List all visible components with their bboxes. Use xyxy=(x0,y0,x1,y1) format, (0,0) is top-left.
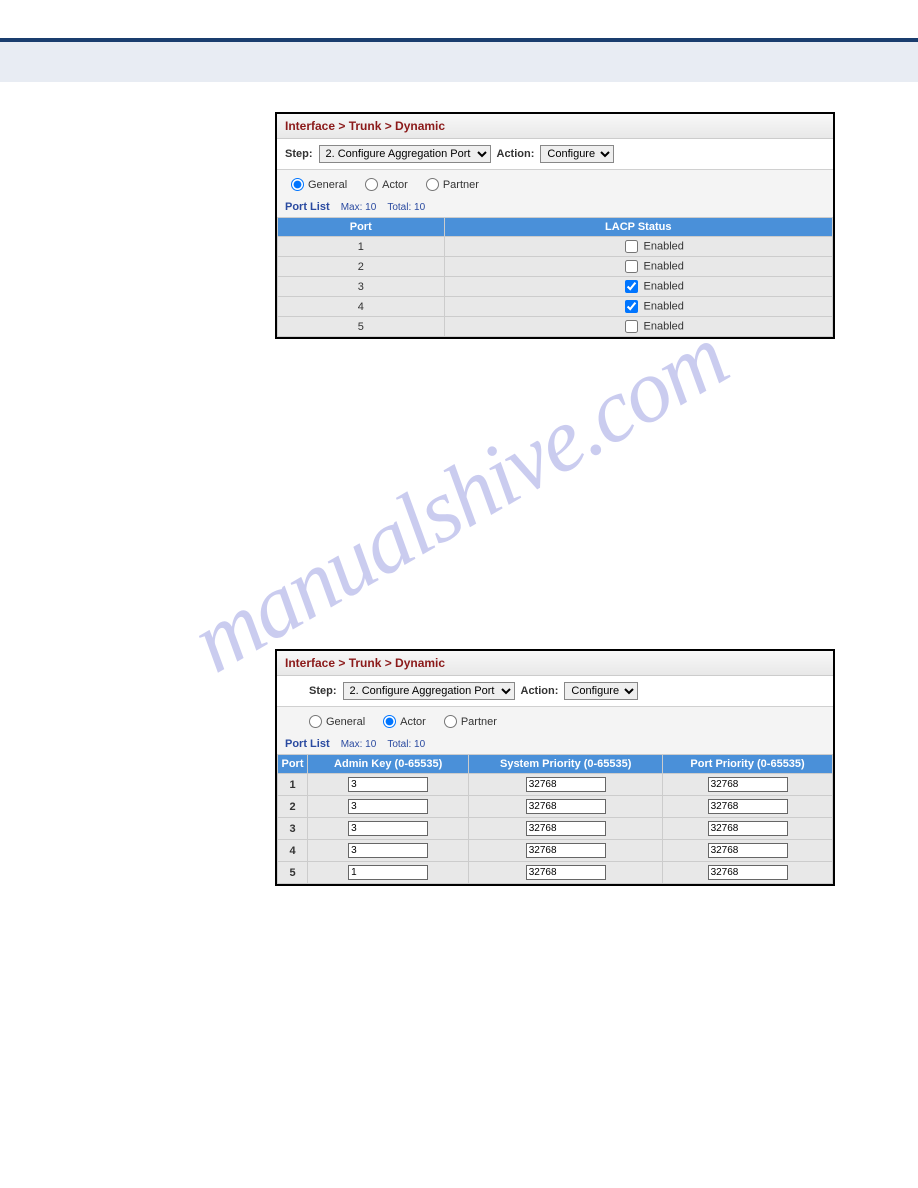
table-row: 5 Enabled xyxy=(278,317,833,337)
actor-table: Port Admin Key (0-65535) System Priority… xyxy=(277,754,833,884)
port-priority-input[interactable] xyxy=(708,821,788,836)
port-list-meta: Port List Max: 10 Total: 10 xyxy=(277,736,833,754)
table-row: 3 Enabled xyxy=(278,277,833,297)
table-row: 1 xyxy=(278,774,833,796)
port-list-title: Port List xyxy=(285,738,330,750)
step-select[interactable]: 2. Configure Aggregation Port xyxy=(343,682,515,700)
port-list-total: Total: 10 xyxy=(387,202,425,213)
cell-port: 1 xyxy=(278,774,308,796)
port-list-max: Max: 10 xyxy=(341,202,377,213)
lacp-checkbox[interactable] xyxy=(625,240,638,253)
radio-general[interactable] xyxy=(291,178,304,191)
th-port: Port xyxy=(278,755,308,774)
step-label: Step: xyxy=(285,148,313,160)
port-list-max: Max: 10 xyxy=(341,739,377,750)
lacp-table: Port LACP Status 1 Enabled 2 Enabled 3 Enab… xyxy=(277,217,833,337)
port-priority-input[interactable] xyxy=(708,865,788,880)
lacp-checkbox[interactable] xyxy=(625,260,638,273)
header-banner xyxy=(0,42,918,82)
step-label: Step: xyxy=(309,685,337,697)
table-row: 4 Enabled xyxy=(278,297,833,317)
action-label: Action: xyxy=(521,685,559,697)
lacp-label: Enabled xyxy=(644,320,684,332)
lacp-checkbox[interactable] xyxy=(625,300,638,313)
th-admin: Admin Key (0-65535) xyxy=(308,755,469,774)
admin-key-input[interactable] xyxy=(348,777,428,792)
sys-priority-input[interactable] xyxy=(526,821,606,836)
admin-key-input[interactable] xyxy=(348,799,428,814)
panel-lacp-general: Interface > Trunk > Dynamic Step: 2. Con… xyxy=(275,112,835,339)
table-row: 2 Enabled xyxy=(278,257,833,277)
port-list-total: Total: 10 xyxy=(387,739,425,750)
cell-port: 3 xyxy=(278,277,445,297)
admin-key-input[interactable] xyxy=(348,865,428,880)
tab-radio-row: General Actor Partner xyxy=(277,170,833,199)
table-row: 2 xyxy=(278,796,833,818)
th-lacp: LACP Status xyxy=(444,218,833,237)
port-priority-input[interactable] xyxy=(708,777,788,792)
lacp-checkbox[interactable] xyxy=(625,320,638,333)
th-pri: Port Priority (0-65535) xyxy=(663,755,833,774)
table-row: 1 Enabled xyxy=(278,237,833,257)
cell-port: 5 xyxy=(278,317,445,337)
sys-priority-input[interactable] xyxy=(526,843,606,858)
th-sys: System Priority (0-65535) xyxy=(469,755,663,774)
port-list-title: Port List xyxy=(285,201,330,213)
radio-general-label: General xyxy=(308,179,347,191)
lacp-label: Enabled xyxy=(644,280,684,292)
cell-port: 5 xyxy=(278,862,308,884)
cell-port: 1 xyxy=(278,237,445,257)
cell-port: 2 xyxy=(278,796,308,818)
radio-partner-label: Partner xyxy=(443,179,479,191)
radio-partner[interactable] xyxy=(426,178,439,191)
port-priority-input[interactable] xyxy=(708,843,788,858)
step-select[interactable]: 2. Configure Aggregation Port xyxy=(319,145,491,163)
panel-lacp-actor: Interface > Trunk > Dynamic Step: 2. Con… xyxy=(275,649,835,886)
watermark: manualshive.com xyxy=(175,306,744,694)
cell-port: 2 xyxy=(278,257,445,277)
table-row: 4 xyxy=(278,840,833,862)
radio-actor-label: Actor xyxy=(400,716,426,728)
sys-priority-input[interactable] xyxy=(526,799,606,814)
table-row: 3 xyxy=(278,818,833,840)
tab-radio-row: General Actor Partner xyxy=(277,707,833,736)
admin-key-input[interactable] xyxy=(348,821,428,836)
port-priority-input[interactable] xyxy=(708,799,788,814)
th-port: Port xyxy=(278,218,445,237)
radio-general-label: General xyxy=(326,716,365,728)
action-label: Action: xyxy=(497,148,535,160)
radio-partner[interactable] xyxy=(444,715,457,728)
port-list-meta: Port List Max: 10 Total: 10 xyxy=(277,199,833,217)
radio-actor-label: Actor xyxy=(382,179,408,191)
table-row: 5 xyxy=(278,862,833,884)
radio-actor[interactable] xyxy=(383,715,396,728)
admin-key-input[interactable] xyxy=(348,843,428,858)
action-select[interactable]: Configure xyxy=(564,682,638,700)
lacp-label: Enabled xyxy=(644,300,684,312)
lacp-label: Enabled xyxy=(644,260,684,272)
radio-partner-label: Partner xyxy=(461,716,497,728)
sys-priority-input[interactable] xyxy=(526,865,606,880)
lacp-checkbox[interactable] xyxy=(625,280,638,293)
breadcrumb: Interface > Trunk > Dynamic xyxy=(277,114,833,139)
cell-port: 3 xyxy=(278,818,308,840)
breadcrumb: Interface > Trunk > Dynamic xyxy=(277,651,833,676)
cell-port: 4 xyxy=(278,840,308,862)
radio-general[interactable] xyxy=(309,715,322,728)
cell-port: 4 xyxy=(278,297,445,317)
step-bar: Step: 2. Configure Aggregation Port Acti… xyxy=(277,139,833,170)
sys-priority-input[interactable] xyxy=(526,777,606,792)
radio-actor[interactable] xyxy=(365,178,378,191)
step-bar: Step: 2. Configure Aggregation Port Acti… xyxy=(277,676,833,707)
lacp-label: Enabled xyxy=(644,240,684,252)
action-select[interactable]: Configure xyxy=(540,145,614,163)
